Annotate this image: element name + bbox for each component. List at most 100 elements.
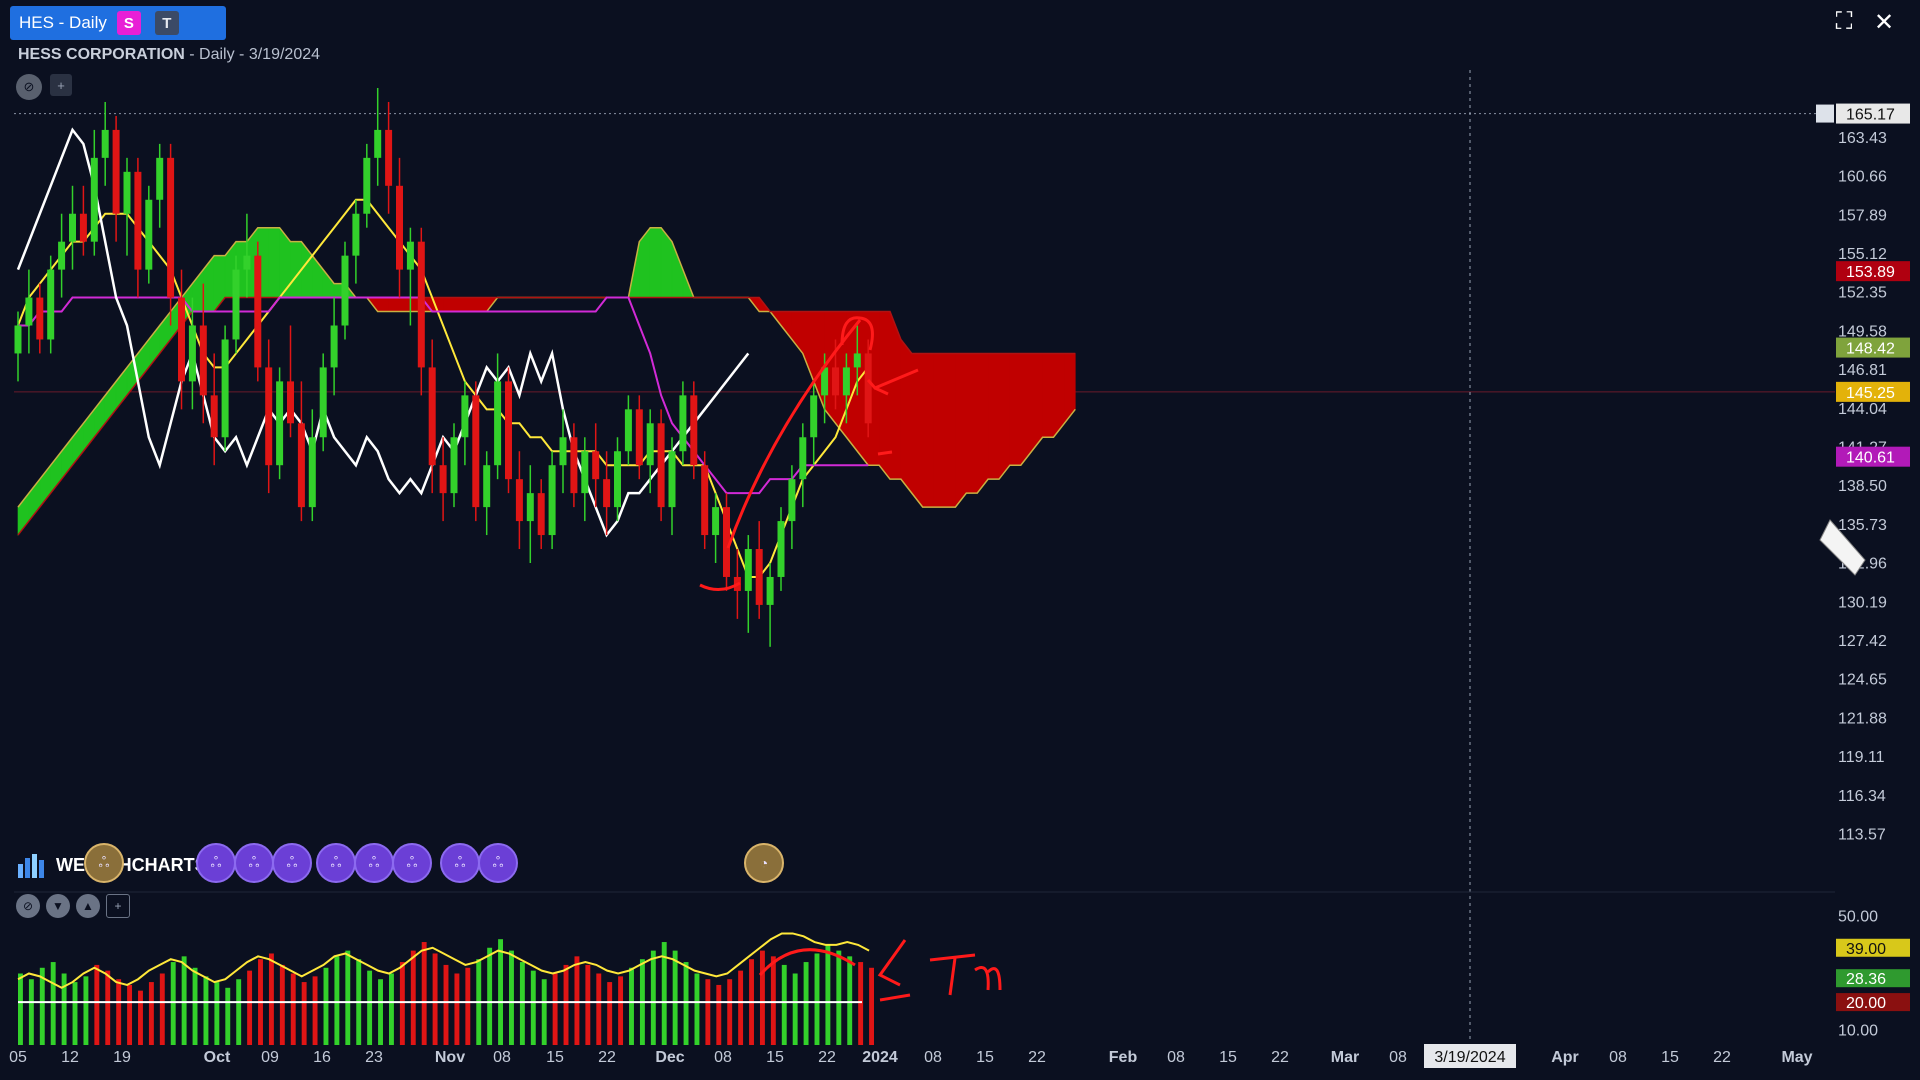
indicator-icon[interactable]: ஃ (234, 843, 274, 883)
histogram-bar (781, 964, 787, 1045)
cloud-segment (1042, 353, 1054, 438)
cloud-segment (976, 353, 989, 495)
indicator-group-2: ஃ ஃ ஃ (196, 843, 312, 883)
x-tick-label: Dec (655, 1049, 684, 1066)
cloud-segment (290, 241, 302, 298)
histogram-bar (214, 982, 220, 1045)
indicator-icon[interactable]: ◔ (744, 843, 784, 883)
x-tick-label: 12 (61, 1049, 79, 1066)
candle-body (265, 367, 273, 466)
histogram-bar (105, 970, 111, 1045)
y-tick-label: 135.73 (1838, 517, 1887, 534)
indicator-icon[interactable]: ஃ (440, 843, 480, 883)
x-tick-label: 08 (714, 1049, 732, 1066)
candle-body (505, 381, 512, 480)
candle-body (592, 451, 600, 480)
candle-body (766, 576, 774, 605)
candle-body (417, 241, 425, 368)
indicator-icon[interactable]: ஃ (354, 843, 394, 883)
candle-body (515, 479, 523, 522)
candle-body (112, 129, 120, 214)
candle-body (319, 367, 327, 438)
y-tick-label: 155.12 (1838, 246, 1887, 263)
histogram-bar (192, 967, 198, 1045)
histogram-bar (683, 962, 689, 1045)
histogram-bar (792, 973, 798, 1045)
histogram-bar (268, 953, 274, 1045)
histogram-bar (738, 970, 744, 1045)
candle-body (14, 325, 22, 354)
x-tick-label: 15 (1661, 1049, 1679, 1066)
x-tick-label: 08 (1609, 1049, 1627, 1066)
histogram-bar (487, 947, 493, 1045)
candle-body (276, 381, 284, 466)
x-tick-label: 16 (313, 1049, 331, 1066)
osc-price-tag-label: 20.00 (1846, 995, 1886, 1012)
histogram-bar (607, 982, 613, 1045)
indicator-icon[interactable]: ஃ (272, 843, 312, 883)
cloud-segment (802, 311, 815, 382)
histogram-bar (421, 942, 427, 1045)
chart-canvas[interactable]: 165.17163.43160.66157.89155.12152.35149.… (0, 0, 1920, 1080)
y-tick-label: 138.50 (1838, 478, 1887, 495)
x-tick-label: Oct (204, 1049, 231, 1066)
indicator-icon[interactable]: ஃ (478, 843, 518, 883)
candle-body (308, 437, 316, 508)
y-tick-label: 116.34 (1838, 788, 1886, 805)
histogram-bar (18, 973, 23, 1045)
x-tick-label: 15 (1219, 1049, 1237, 1066)
histogram-bar (672, 950, 678, 1045)
candle-body (374, 129, 382, 158)
candle-body (537, 493, 545, 536)
move-down-icon[interactable]: ▼ (46, 894, 70, 918)
x-tick-label: 09 (261, 1049, 279, 1066)
candle-body (36, 297, 44, 340)
x-tick-label: 08 (924, 1049, 942, 1066)
cloud-segment (203, 254, 215, 312)
histogram-bar (705, 979, 711, 1045)
candle-body (864, 353, 872, 424)
cloud-segment (442, 297, 455, 312)
cloud-segment (671, 241, 684, 298)
hide-icon[interactable]: ⊘ (16, 74, 42, 100)
histogram-bar (334, 956, 340, 1045)
candle-body (635, 409, 643, 466)
indicator-group-5: ◔ (744, 843, 784, 883)
histogram-bar (454, 973, 460, 1045)
candle-body (178, 297, 185, 382)
cloud-segment (944, 353, 956, 508)
indicator-icon[interactable]: ஃ (392, 843, 432, 883)
move-up-icon[interactable]: ▲ (76, 894, 100, 918)
histogram-bar (552, 973, 558, 1045)
candle-body (363, 157, 371, 214)
osc-tick-label: 50.00 (1838, 908, 1878, 925)
histogram-bar (225, 987, 231, 1045)
cloud-segment (213, 255, 226, 313)
indicator-icon[interactable]: ஃ (316, 843, 356, 883)
y-tick-label: 127.42 (1838, 633, 1887, 650)
candle-body (853, 353, 861, 368)
hide-pane-icon[interactable]: ⊘ (16, 894, 40, 918)
cloud-segment (998, 353, 1011, 481)
x-tick-label: 22 (818, 1049, 836, 1066)
candle-body (646, 423, 654, 466)
cloud-segment (388, 297, 400, 312)
histogram-bar (858, 962, 864, 1045)
indicator-icon[interactable]: ஃ (84, 843, 124, 883)
candle-body (79, 213, 87, 242)
x-tick-label: Feb (1109, 1049, 1138, 1066)
indicator-icon[interactable]: ஃ (196, 843, 236, 883)
candle-body (570, 437, 578, 494)
histogram-bar (509, 950, 514, 1045)
add-icon[interactable]: + (50, 74, 72, 96)
histogram-bar (727, 979, 733, 1045)
cloud-segment (268, 227, 280, 298)
add-pane-icon[interactable]: + (106, 894, 130, 918)
candle-body (483, 465, 491, 508)
candle-body (396, 185, 403, 270)
candle-body (450, 437, 458, 494)
histogram-bar (399, 962, 405, 1045)
x-tick-label: 22 (1713, 1049, 1731, 1066)
candle-body (679, 395, 687, 452)
candle-body (461, 395, 469, 438)
